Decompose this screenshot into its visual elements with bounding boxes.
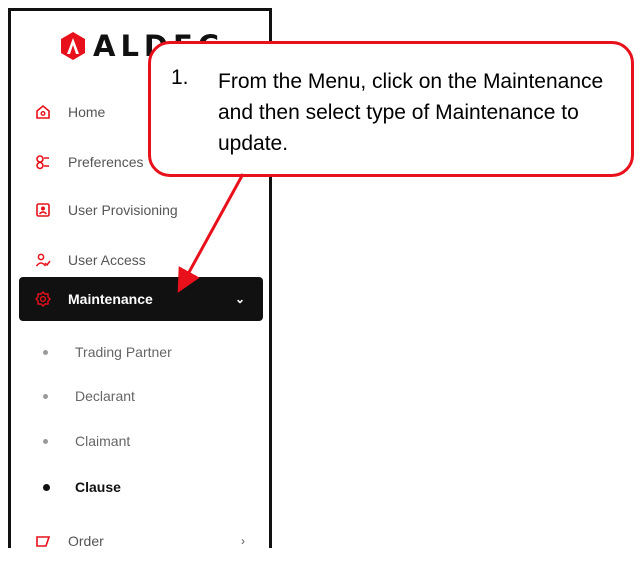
callout-arrow bbox=[177, 173, 245, 293]
